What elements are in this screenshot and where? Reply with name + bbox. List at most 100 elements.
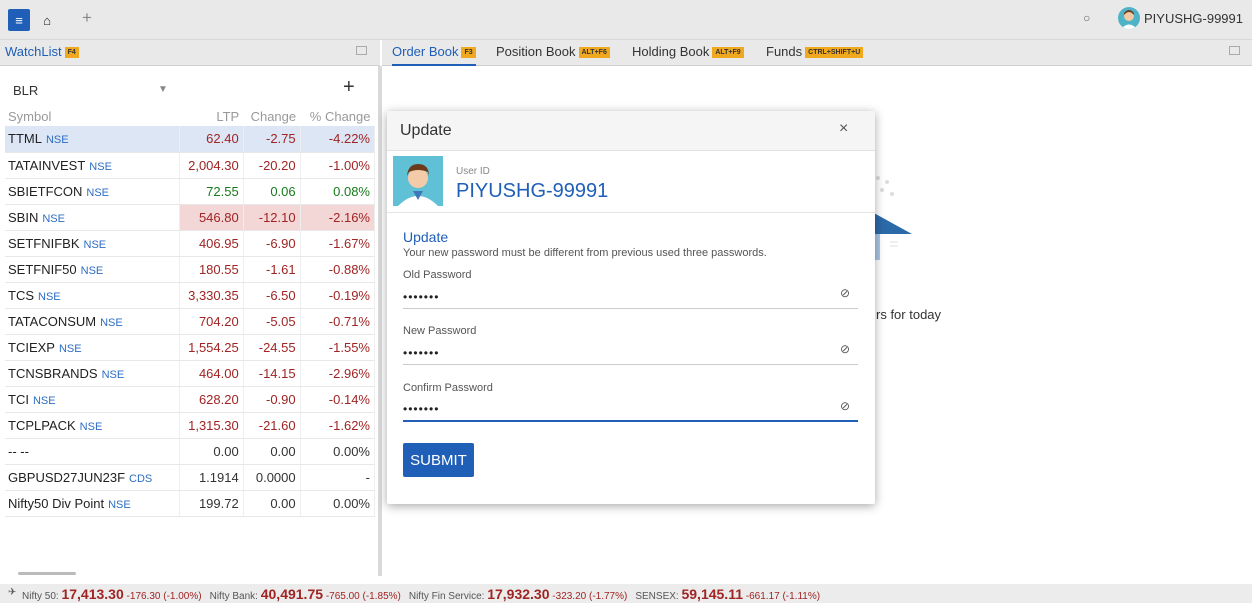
column-header[interactable]: % Change [300,106,374,126]
update-password-dialog: Update × User ID PIYUSHG-99991 Update Yo… [387,111,875,504]
add-tab-button[interactable]: + [82,8,92,28]
symbol-cell[interactable]: TCI NSE [5,386,180,413]
index-value: 17,932.30 [487,586,550,602]
maximize-icon[interactable] [356,46,367,55]
home-icon[interactable]: ⌂ [32,9,62,31]
symbol-cell[interactable]: SBIETFCON NSE [5,178,180,205]
user-avatar[interactable] [1118,7,1140,29]
shortcut-badge: ALT+F6 [578,47,610,59]
table-row[interactable]: Nifty50 Div Point NSE 199.72 0.00 0.00% [5,490,376,517]
index-value: 59,145.11 [681,586,743,602]
empty-state-text: rs for today [876,307,942,322]
table-row[interactable]: TCS NSE 3,330.35 -6.50 -0.19% [5,282,376,309]
table-row[interactable]: TATAINVEST NSE 2,004.30 -20.20 -1.00% [5,152,376,179]
shortcut-badge: F3 [461,47,476,59]
symbol-cell[interactable]: TATAINVEST NSE [5,152,180,179]
symbol-cell[interactable]: TATACONSUM NSE [5,308,180,335]
watchlist-group-name: BLR [13,83,39,98]
menu-icon[interactable]: ≡ [8,9,30,31]
symbol-cell[interactable]: SETFNIF50 NSE [5,256,180,283]
symbol-name: GBPUSD27JUN23F [8,469,126,485]
symbol-cell[interactable]: GBPUSD27JUN23F CDS [5,464,180,491]
table-row[interactable]: GBPUSD27JUN23F CDS 1.1914 0.0000- [5,464,376,491]
user-name[interactable]: PIYUSHG-99991 [1144,11,1243,26]
symbol-cell[interactable]: SBIN NSE [5,204,180,231]
eye-slash-icon[interactable]: ⊘ [840,342,850,356]
exchange-label: NSE [100,316,123,329]
symbol-cell[interactable]: TCNSBRANDS NSE [5,360,180,387]
ticker-item[interactable]: SENSEX: 59,145.11 -661.17 (-1.11%) [635,586,820,602]
table-row[interactable]: SBIN NSE 546.80 -12.10 -2.16% [5,204,376,231]
change-cell: -0.90 [243,386,301,413]
ltp-cell: 2,004.30 [179,152,244,179]
table-row[interactable]: SETFNIF50 NSE 180.55 -1.61 -0.88% [5,256,376,283]
exchange-label: NSE [38,290,61,303]
tab-position-book[interactable]: Position Book ALT+F6 [496,40,610,66]
maximize-icon[interactable] [1229,46,1240,55]
index-name: Nifty 50: [22,591,59,602]
symbol-name: TTML [8,131,42,147]
table-row[interactable]: TCIEXP NSE 1,554.25 -24.55 -1.55% [5,334,376,361]
table-row[interactable]: TCI NSE 628.20 -0.90 -0.14% [5,386,376,413]
ltp-cell: 704.20 [179,308,244,335]
symbol-name: SBIETFCON [8,183,83,199]
ticker-item[interactable]: Nifty Bank: 40,491.75 -765.00 (-1.85%) [210,586,401,602]
tab-watchlist[interactable]: WatchList F4 [5,40,79,66]
symbol-name: SBIN [8,209,39,225]
empty-state-illustration [872,176,912,260]
symbol-cell[interactable]: SETFNIFBK NSE [5,230,180,257]
change-cell: -2.75 [243,126,301,153]
ltp-cell: 406.95 [179,230,244,257]
submit-button[interactable]: SUBMIT [403,443,474,477]
old-password-field[interactable] [403,285,858,309]
column-header[interactable]: Change [243,106,300,126]
table-row[interactable]: TATACONSUM NSE 704.20 -5.05 -0.71% [5,308,376,335]
eye-slash-icon[interactable]: ⊘ [840,399,850,413]
table-row[interactable]: -- -- 0.00 0.00 0.00% [5,438,376,465]
horizontal-scrollbar[interactable] [18,572,76,575]
index-name: Nifty Fin Service: [408,591,485,602]
eye-slash-icon[interactable]: ⊘ [840,286,850,300]
tab-label: Holding Book [632,44,710,59]
symbol-cell[interactable]: TCIEXP NSE [5,334,180,361]
add-symbol-button[interactable]: + [343,76,355,99]
symbol-cell[interactable]: TCS NSE [5,282,180,309]
symbol-cell[interactable]: Nifty50 Div Point NSE [5,490,180,517]
symbol-cell[interactable]: TCPLPACK NSE [5,412,180,439]
symbol-name: Nifty50 Div Point [8,495,105,511]
ticker-item[interactable]: Nifty 50: 17,413.30 -176.30 (-1.00%) [22,586,202,602]
close-icon[interactable]: × [839,120,848,138]
table-row[interactable]: TTML NSE 62.40 -2.75 -4.22% [5,126,376,153]
column-header[interactable]: Symbol [5,106,179,126]
tab-order-book[interactable]: Order Book F3 [392,40,476,66]
shortcut-badge: F4 [64,47,79,59]
watchlist-group-select[interactable]: BLR ▼ + [5,76,375,104]
change-cell: -14.15 [243,360,301,387]
exchange-label: NSE [32,394,56,407]
confirm-password-field[interactable] [403,398,858,422]
exchange-label: CDS [129,472,153,485]
section-title: Update [403,229,449,245]
table-row[interactable]: TCPLPACK NSE 1,315.30 -21.60 -1.62% [5,412,376,439]
tab-funds[interactable]: Funds CTRL+SHIFT+U [766,40,864,66]
table-row[interactable]: SBIETFCON NSE 72.55 0.06 0.08% [5,178,376,205]
ticker-item[interactable]: Nifty Fin Service: 17,932.30 -323.20 (-1… [408,586,628,602]
symbol-cell[interactable]: TTML NSE [5,126,180,153]
index-change: -323.20 (-1.77%) [552,591,628,602]
column-header[interactable]: LTP [179,106,243,126]
pin-icon[interactable]: ✈ [8,587,16,598]
table-row[interactable]: SETFNIFBK NSE 406.95 -6.90 -1.67% [5,230,376,257]
tab-holding-book[interactable]: Holding Book ALT+F9 [632,40,744,66]
tab-label: Order Book [392,44,459,59]
top-bar: ≡ ⌂ + ○ PIYUSHG-99991 [0,0,1252,40]
panel-resizer[interactable] [378,66,382,576]
symbol-cell[interactable]: -- -- [5,438,180,465]
section-description: Your new password must be different from… [403,247,767,259]
search-icon[interactable]: ○ [1083,11,1090,25]
change-cell: 0.00 [243,490,301,517]
change-cell: -20.20 [243,152,301,179]
table-row[interactable]: TCNSBRANDS NSE 464.00 -14.15 -2.96% [5,360,376,387]
exchange-label: NSE [45,134,69,147]
tab-label: Funds [766,44,803,59]
new-password-field[interactable] [403,341,858,365]
